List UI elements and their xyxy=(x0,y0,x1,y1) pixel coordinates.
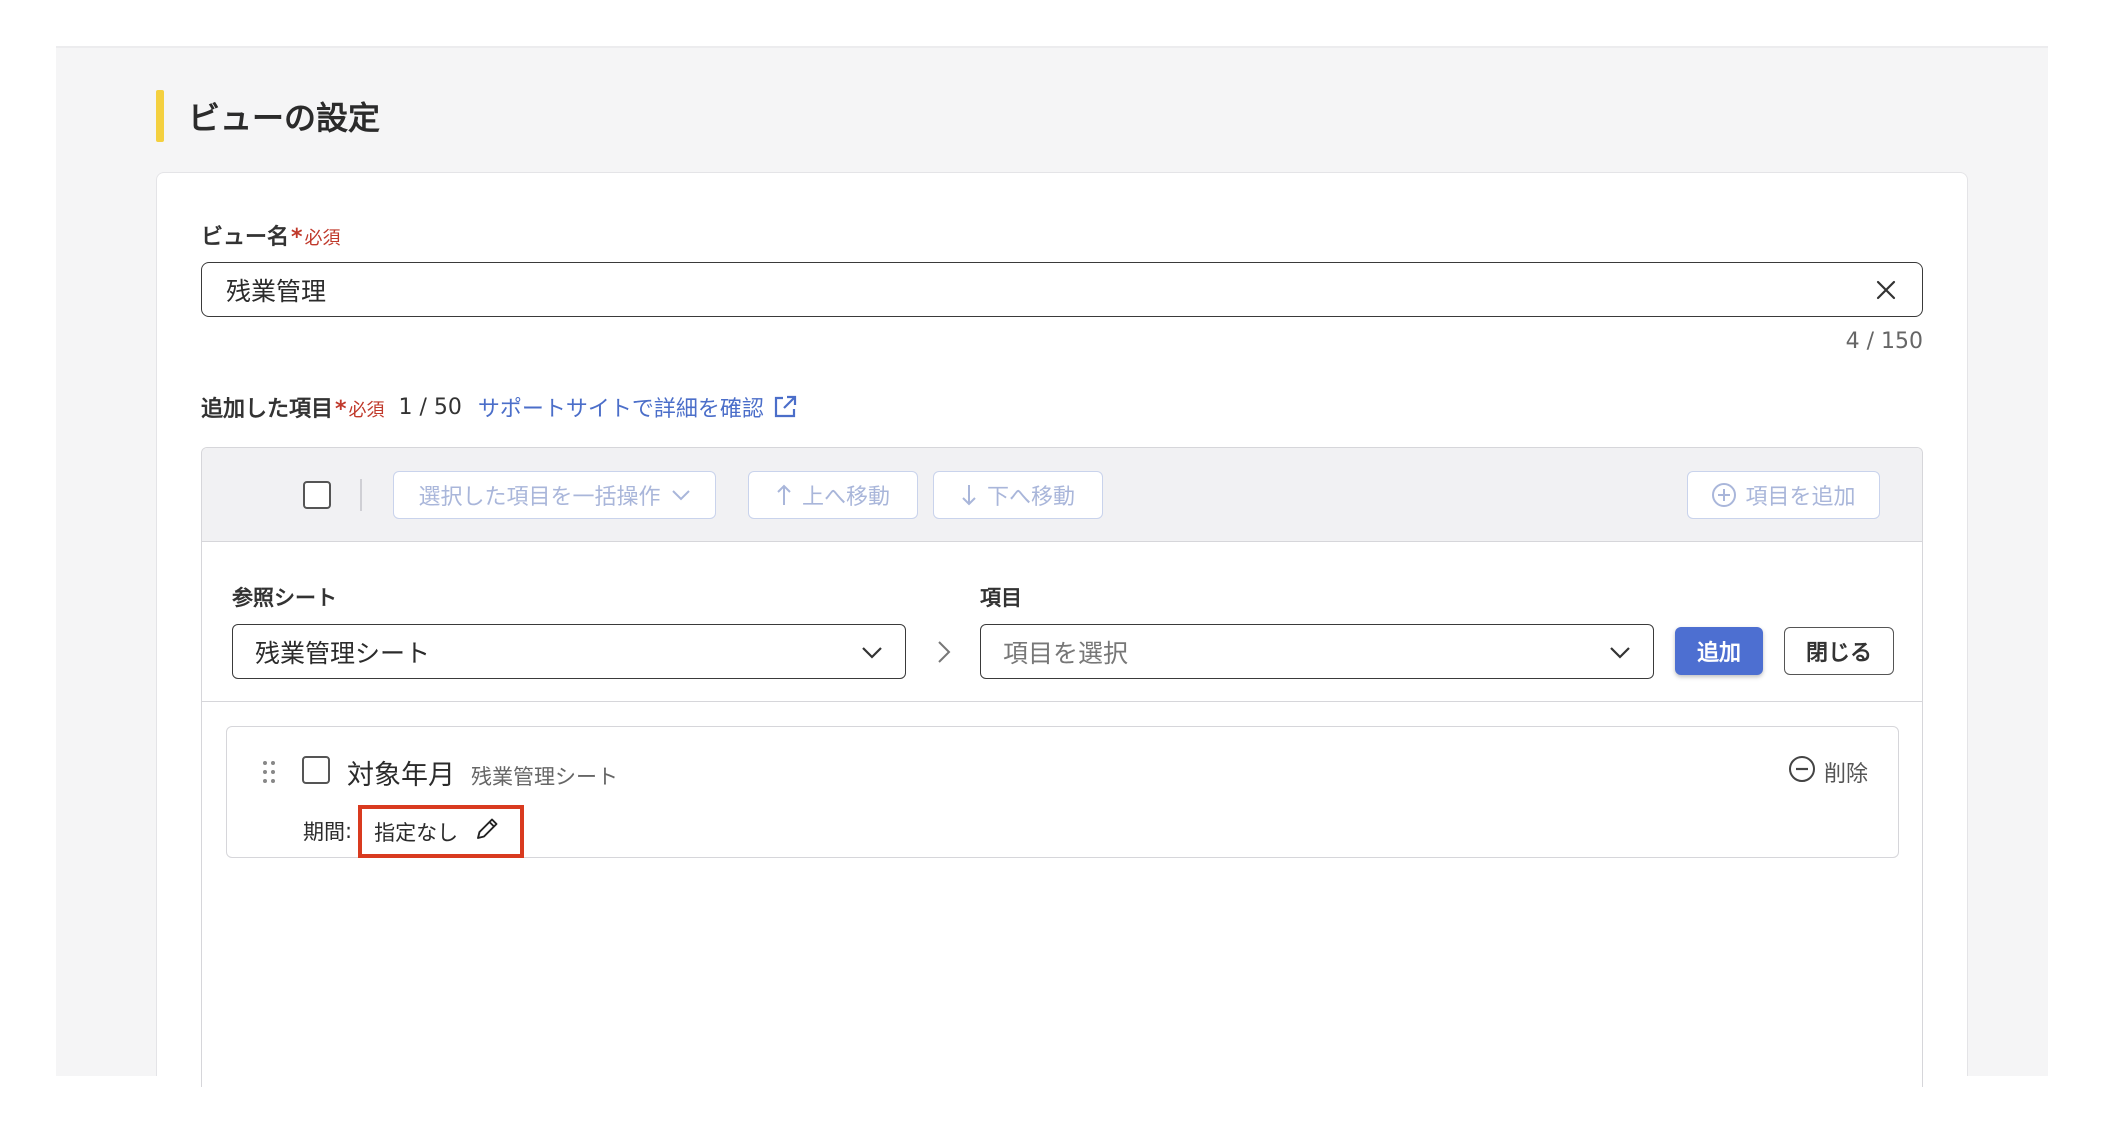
items-label-row: 追加した項目* 必須 1 / 50 サポートサイトで詳細を確認 xyxy=(201,391,798,423)
page-title: ビューの設定 xyxy=(188,99,381,137)
reference-sheet-value: 残業管理シート xyxy=(255,638,431,668)
delete-button[interactable]: 削除 xyxy=(1788,755,1868,789)
move-up-button[interactable]: 上へ移動 xyxy=(748,471,918,519)
support-site-link[interactable]: サポートサイトで詳細を確認 xyxy=(478,391,798,423)
bulk-action-button[interactable]: 選択した項目を一括操作 xyxy=(393,471,716,519)
period-row: 期間 : 指定なし xyxy=(303,803,525,858)
item-select-placeholder: 項目を選択 xyxy=(1003,638,1129,668)
add-item-label: 項目を追加 xyxy=(1745,485,1856,510)
view-name-input[interactable]: 残業管理 xyxy=(201,262,1923,317)
reference-sheet-label: 参照シート xyxy=(232,586,337,610)
toolbar-divider xyxy=(360,479,362,511)
period-colon: : xyxy=(345,818,353,843)
move-up-label: 上へ移動 xyxy=(801,485,890,510)
plus-circle-icon xyxy=(1711,482,1737,508)
required-text: 必須 xyxy=(348,400,385,421)
add-item-button[interactable]: 項目を追加 xyxy=(1687,471,1880,519)
view-name-label: ビュー名* 必須 xyxy=(201,219,341,251)
item-name: 対象年月 xyxy=(347,760,455,791)
arrow-up-icon xyxy=(776,483,792,507)
delete-label: 削除 xyxy=(1823,762,1868,787)
period-label: 期間 xyxy=(303,819,345,844)
item-selector-row: 参照シート 残業管理シート 項目 項目を選択 追加 閉じる xyxy=(202,542,1922,702)
select-all-checkbox[interactable] xyxy=(303,481,331,509)
item-select[interactable]: 項目を選択 xyxy=(980,624,1654,679)
items-toolbar: 選択した項目を一括操作 上へ移動 下へ移動 項目を追加 xyxy=(202,448,1922,542)
close-button[interactable]: 閉じる xyxy=(1784,627,1894,675)
bulk-action-label: 選択した項目を一括操作 xyxy=(418,485,661,510)
items-count: 1 / 50 xyxy=(398,394,462,420)
period-edit-highlight[interactable]: 指定なし xyxy=(358,805,525,858)
view-settings-card: ビュー名* 必須 残業管理 4 / 150 追加した項目* 必須 1 / 50 サポ… xyxy=(156,172,1968,1087)
period-value: 指定なし xyxy=(374,820,459,845)
required-text: 必須 xyxy=(304,228,341,249)
support-link-text: サポートサイトで詳細を確認 xyxy=(477,397,764,422)
item-sheet-name: 残業管理シート xyxy=(471,765,618,789)
reference-sheet-select[interactable]: 残業管理シート xyxy=(232,624,906,679)
arrow-down-icon xyxy=(961,483,977,507)
view-name-value: 残業管理 xyxy=(226,276,327,306)
list-item: 対象年月 残業管理シート 削除 期間 : 指定なし xyxy=(226,726,1899,858)
items-label-text: 追加した項目 xyxy=(201,397,334,422)
items-label: 追加した項目* 必須 xyxy=(201,391,385,423)
chevron-right-icon xyxy=(937,640,951,668)
section-header: ビューの設定 xyxy=(156,90,380,142)
item-title: 対象年月 残業管理シート xyxy=(347,753,618,792)
chevron-down-icon xyxy=(1609,637,1631,666)
chevron-down-icon xyxy=(861,637,883,666)
char-counter: 4 / 150 xyxy=(1845,329,1923,354)
chevron-down-icon xyxy=(671,489,691,501)
minus-circle-icon xyxy=(1788,755,1816,789)
view-name-label-text: ビュー名 xyxy=(201,225,290,250)
required-asterisk: * xyxy=(335,397,347,422)
items-panel: 選択した項目を一括操作 上へ移動 下へ移動 項目を追加 参照シート 残業管理シー… xyxy=(201,447,1923,1087)
external-link-icon xyxy=(772,394,798,420)
drag-handle-icon[interactable] xyxy=(261,759,277,789)
item-checkbox[interactable] xyxy=(302,756,330,784)
move-down-button[interactable]: 下へ移動 xyxy=(933,471,1103,519)
item-field-label: 項目 xyxy=(980,586,1022,610)
add-button[interactable]: 追加 xyxy=(1675,627,1763,675)
clear-icon[interactable] xyxy=(1874,278,1898,302)
pencil-icon[interactable] xyxy=(474,816,500,847)
required-asterisk: * xyxy=(291,225,303,250)
section-accent-bar xyxy=(156,90,164,142)
move-down-label: 下へ移動 xyxy=(986,485,1075,510)
